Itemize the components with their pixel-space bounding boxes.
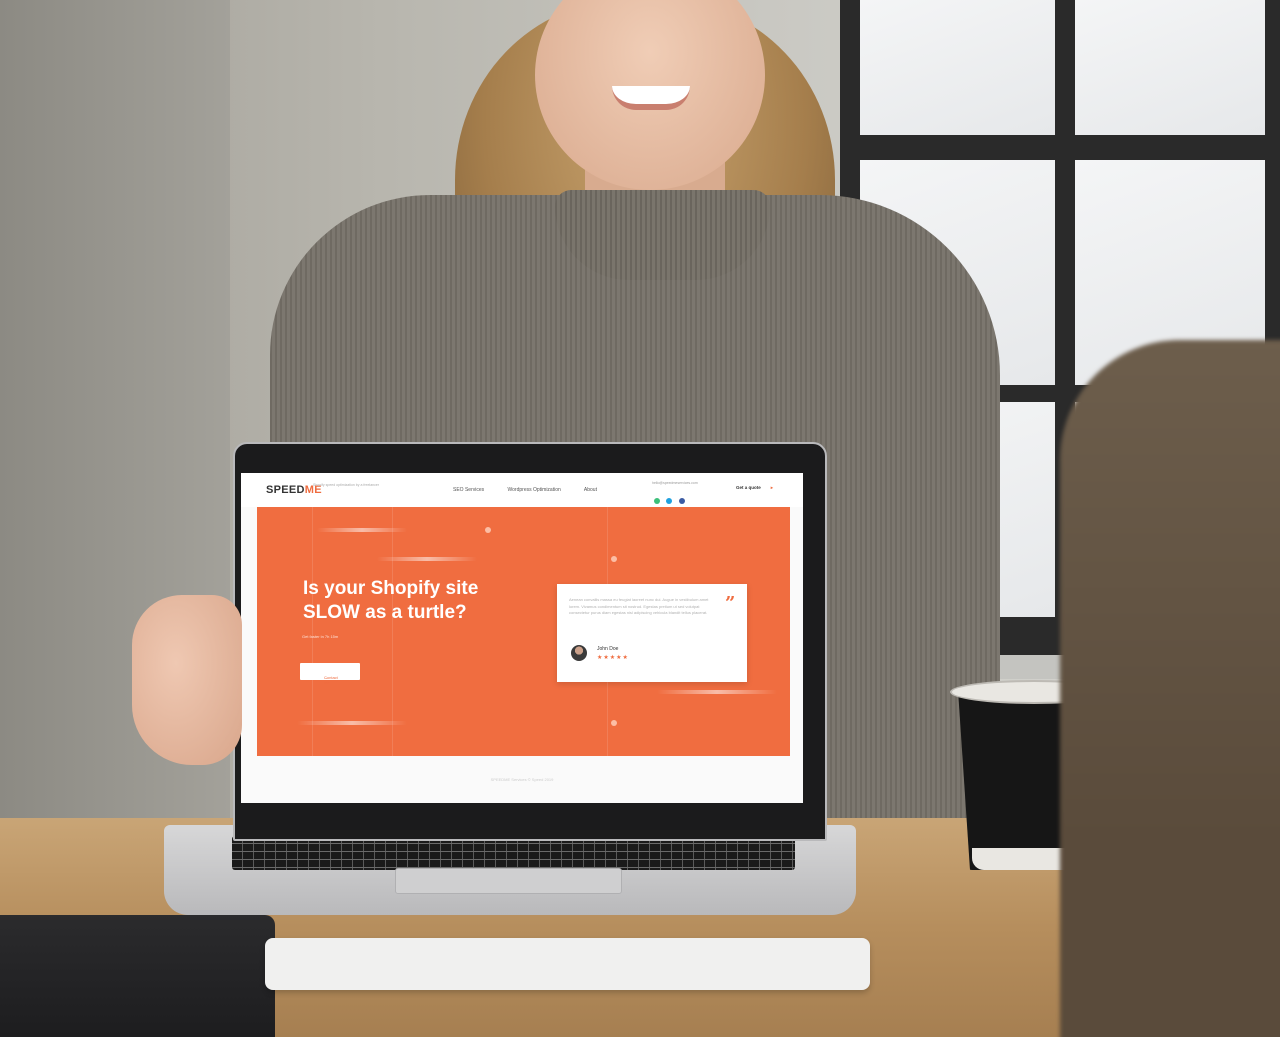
arrow-right-icon: →: [324, 675, 328, 680]
hero-section: Is your Shopify site SLOW as a turtle? G…: [257, 507, 790, 756]
laptop-keyboard-rows: [232, 836, 795, 870]
grid-line: [312, 507, 313, 756]
contact-me-button[interactable]: Contact me →: [300, 663, 360, 685]
testimonial-card: Aenean convallis massa eu feugiat laoree…: [557, 584, 747, 682]
spark-dot: [611, 720, 617, 726]
person-smile: [612, 86, 690, 110]
sweater-collar: [555, 190, 770, 280]
hero-subline: Get faster in 7h 15m: [302, 634, 339, 639]
avatar: [571, 645, 587, 661]
logo-main: SPEED: [266, 484, 305, 496]
facebook-icon[interactable]: [678, 498, 685, 504]
get-quote-button[interactable]: Get a quote ▸: [736, 485, 773, 491]
laptop-trackpad: [395, 868, 622, 894]
spark-dot: [611, 556, 617, 562]
window-pane: [860, 0, 1055, 135]
window-pane: [1075, 0, 1265, 135]
menu-item-wordpress[interactable]: Wordpress Optimization: [508, 487, 561, 493]
tablet-device: [0, 915, 275, 1037]
quote-mark-icon: ”: [725, 593, 736, 614]
rating-stars-icon: ★★★★★: [597, 655, 629, 661]
motion-streak: [317, 528, 407, 532]
foreground-person-blurred: [1060, 340, 1280, 1037]
footer-copyright: SPEEDME Services © Speed 2019: [490, 777, 554, 782]
testimonial-author: John Doe: [597, 646, 619, 652]
wireless-keyboard: [265, 938, 870, 990]
menu-item-seo[interactable]: SEO Services: [453, 487, 484, 493]
menu-item-about[interactable]: About: [584, 487, 597, 493]
contact-email[interactable]: hello@speedmeservices.com: [652, 481, 698, 485]
get-quote-label: Get a quote: [736, 485, 761, 490]
laptop-screen: SPEEDME Shopify speed optimization by a …: [241, 473, 803, 803]
site-tagline: Shopify speed optimization by a freelanc…: [313, 483, 379, 487]
spark-dot: [485, 527, 491, 533]
hero-headline: Is your Shopify site SLOW as a turtle?: [303, 578, 479, 623]
motion-streak: [377, 557, 477, 561]
main-menu: SEO Services Wordpress Optimization Abou…: [453, 487, 619, 493]
motion-streak: [657, 690, 777, 694]
testimonial-text: Aenean convallis massa eu feugiat laoree…: [569, 597, 709, 615]
person-hand: [132, 595, 242, 765]
grid-line: [392, 507, 393, 756]
motion-streak: [297, 721, 407, 725]
telegram-icon[interactable]: [666, 498, 673, 504]
arrow-right-icon: ▸: [770, 485, 774, 490]
whatsapp-icon[interactable]: [654, 498, 660, 504]
site-navbar: SPEEDME Shopify speed optimization by a …: [241, 473, 803, 507]
photo-scene: SPEEDME Shopify speed optimization by a …: [0, 0, 1280, 1037]
